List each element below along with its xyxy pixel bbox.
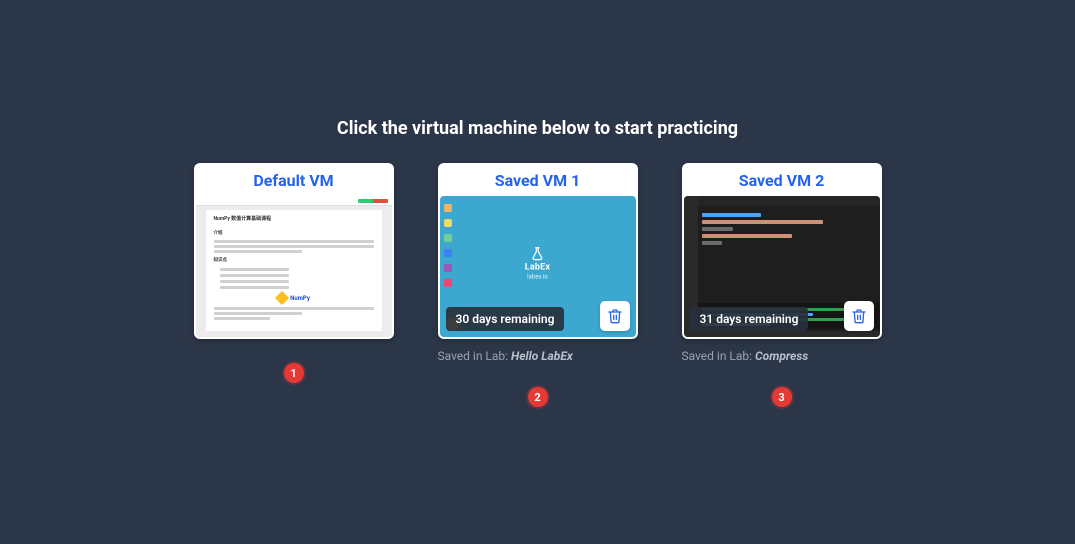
saved-lab-prefix: Saved in Lab:	[438, 349, 512, 363]
dock-app-icon	[444, 234, 452, 242]
vm-card-row: Default VM NumPy 数值计算基础课程 介绍 知识点	[194, 163, 882, 407]
flask-icon	[531, 246, 543, 260]
editor-tabs	[698, 196, 880, 206]
days-remaining-badge: 31 days remaining	[690, 307, 809, 331]
vm-thumbnail-code-editor: 31 days remaining	[684, 196, 880, 337]
doc-topbar	[196, 196, 392, 206]
doc-title: NumPy 数值计算基础课程	[214, 216, 374, 223]
vm-card-title: Default VM	[194, 163, 394, 196]
saved-lab-prefix: Saved in Lab:	[682, 349, 756, 363]
labex-subtitle: labex.io	[525, 273, 550, 280]
dock-app-icon	[444, 204, 452, 212]
editor-code-area	[702, 210, 876, 299]
labex-brand: LabEx labex.io	[525, 246, 550, 280]
vm-card-saved-1[interactable]: Saved VM 1 LabEx labex.io 30 days remain	[438, 163, 638, 339]
code-line	[702, 234, 792, 238]
dock-app-icon	[444, 219, 452, 227]
vm-card-title: Saved VM 2	[682, 163, 882, 196]
days-remaining-badge: 30 days remaining	[446, 307, 565, 331]
vm-col-3: Saved VM 2 31 days remaining Sav	[682, 163, 882, 407]
doc-section-a: 介绍	[214, 230, 374, 237]
vm-card-title: Saved VM 1	[438, 163, 638, 196]
trash-icon	[607, 308, 623, 324]
labex-title: LabEx	[525, 262, 550, 272]
step-badge-2: 2	[528, 387, 548, 407]
step-badge-1: 1	[284, 363, 304, 383]
dock-app-icon	[444, 264, 452, 272]
saved-lab-caption: Saved in Lab: Hello LabEx	[438, 349, 638, 363]
vm-thumbnail-labex: LabEx labex.io 30 days remaining	[440, 196, 636, 337]
desktop-dock	[444, 204, 452, 287]
numpy-label: NumPy	[290, 295, 310, 302]
saved-lab-caption: Saved in Lab: Compress	[682, 349, 882, 363]
vm-thumbnail-document: NumPy 数值计算基础课程 介绍 知识点	[196, 196, 392, 337]
numpy-cube-icon	[275, 291, 289, 305]
saved-lab-name: Hello LabEx	[511, 349, 573, 363]
code-line	[702, 241, 723, 245]
doc-section-b: 知识点	[214, 257, 374, 264]
editor-status-bar	[684, 331, 880, 337]
doc-paper: NumPy 数值计算基础课程 介绍 知识点	[206, 210, 382, 331]
vm-col-2: Saved VM 1 LabEx labex.io 30 days remain	[438, 163, 638, 407]
trash-icon	[851, 308, 867, 324]
code-line	[702, 213, 761, 217]
vm-card-saved-2[interactable]: Saved VM 2 31 days remaining	[682, 163, 882, 339]
delete-vm-button[interactable]	[844, 301, 874, 331]
dock-app-icon	[444, 279, 452, 287]
step-badge-3: 3	[772, 387, 792, 407]
vm-card-default[interactable]: Default VM NumPy 数值计算基础课程 介绍 知识点	[194, 163, 394, 339]
saved-lab-name: Compress	[755, 349, 808, 363]
dock-app-icon	[444, 249, 452, 257]
vm-col-1: Default VM NumPy 数值计算基础课程 介绍 知识点	[194, 163, 394, 407]
delete-vm-button[interactable]	[600, 301, 630, 331]
numpy-logo: NumPy	[214, 293, 374, 303]
code-line	[702, 220, 824, 224]
page-heading: Click the virtual machine below to start…	[337, 118, 738, 139]
code-line	[702, 227, 733, 231]
